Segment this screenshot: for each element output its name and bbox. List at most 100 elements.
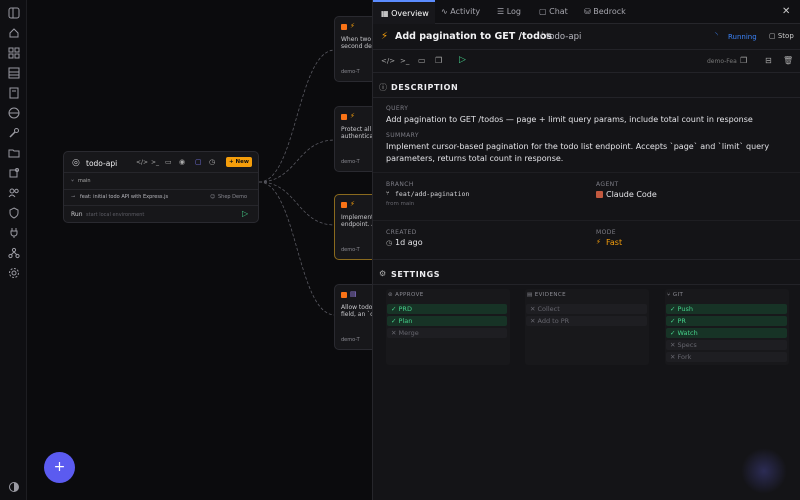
tab-label: Log: [506, 7, 522, 16]
left-rail: [0, 0, 27, 500]
doc-icon[interactable]: [7, 87, 20, 100]
git-pr-toggle[interactable]: ✓ PR: [666, 316, 787, 326]
feature-desc: Allow todo: [341, 304, 373, 311]
folder-icon[interactable]: [7, 147, 20, 160]
add-button[interactable]: +: [44, 452, 75, 483]
lightning-icon: ⚡: [350, 112, 355, 120]
created-label: CREATED: [386, 229, 417, 236]
approve-group: ⊚ APPROVE: [386, 289, 510, 365]
divider: [373, 97, 800, 98]
divider: [64, 189, 258, 190]
broadcast-icon[interactable]: ◉: [179, 158, 185, 166]
stop-button[interactable]: ▢ Stop: [769, 32, 794, 40]
close-icon[interactable]: ✕: [782, 0, 794, 24]
play-icon[interactable]: ▷: [242, 209, 248, 218]
status-badge: Running: [728, 33, 757, 41]
gear-icon[interactable]: [7, 267, 20, 280]
home-icon[interactable]: [7, 27, 20, 40]
evidence-group: ▤ EVIDENCE: [525, 289, 649, 365]
lightning-icon: ⚡: [596, 238, 601, 246]
archive-icon[interactable]: ⊟: [765, 56, 772, 65]
chat-icon[interactable]: ▢: [195, 158, 202, 166]
feature-tag: demo-T: [341, 159, 360, 165]
gear-icon: ⚙: [379, 269, 387, 278]
query-text: Add pagination to GET /todos — page + li…: [386, 115, 753, 124]
approve-merge-toggle[interactable]: ✕ Merge: [387, 328, 507, 338]
tab-label: Overview: [391, 9, 429, 18]
branch-icon: ⑂: [71, 178, 75, 184]
theme-icon[interactable]: [7, 481, 20, 494]
git-push-toggle[interactable]: ✓ Push: [666, 304, 787, 314]
database-icon: ⛁: [584, 7, 591, 16]
git-heading: ⑂ GIT: [667, 292, 684, 298]
code-icon[interactable]: </>: [136, 159, 148, 166]
tab-label: Activity: [450, 7, 481, 16]
tab-bar: ▦ Overview ∿ Activity ☰ Log ▢ Chat ⛁ Bed…: [373, 0, 800, 24]
branch-name: main: [78, 178, 91, 184]
panel-icon[interactable]: [7, 7, 20, 20]
git-specs-toggle[interactable]: ✕ Specs: [666, 340, 787, 350]
run-label: Run: [71, 211, 83, 218]
feature-status-icon: [341, 202, 347, 208]
code-icon[interactable]: </>: [381, 57, 395, 65]
git-watch-toggle[interactable]: ✓ Watch: [666, 328, 787, 338]
divider: [373, 259, 800, 260]
trash-icon[interactable]: 🗑: [783, 56, 793, 65]
table-icon[interactable]: [7, 67, 20, 80]
folder-icon[interactable]: ▭: [418, 56, 426, 65]
branch-icon: ⑂: [386, 190, 390, 197]
mode-value: Fast: [606, 238, 623, 247]
feature-status-icon: [341, 292, 347, 298]
play-icon[interactable]: ▷: [459, 55, 466, 65]
tab-activity[interactable]: ∿ Activity: [441, 0, 493, 24]
network-icon[interactable]: [7, 247, 20, 260]
lightning-icon: ⚡: [350, 22, 355, 30]
terminal-icon[interactable]: >_: [400, 57, 409, 65]
approve-prd-toggle[interactable]: ✓ PRD: [387, 304, 507, 314]
feature-desc: second del: [341, 43, 374, 50]
summary-text: Implement cursor-based pagination for th…: [386, 142, 770, 163]
evidence-collect-toggle[interactable]: ✕ Collect: [526, 304, 647, 314]
feature-repo: todo-api: [546, 32, 582, 42]
agent-label: AGENT: [596, 181, 619, 188]
repo-node[interactable]: ◎ todo-api </> >_ ▭ ◉ ▢ ◷ + New ⑂ main ⊸…: [63, 151, 259, 223]
feature-title: Add pagination to GET /todos: [395, 31, 553, 42]
new-feature-button[interactable]: + New: [226, 157, 252, 167]
divider: [373, 49, 800, 50]
shield-icon[interactable]: [7, 207, 20, 220]
globe-icon[interactable]: [7, 107, 20, 120]
info-icon: ⓘ: [379, 83, 387, 92]
mode-label: MODE: [596, 229, 616, 236]
copy-icon[interactable]: ❐: [435, 56, 442, 65]
approve-plan-toggle[interactable]: ✓ Plan: [387, 316, 507, 326]
divider: [64, 205, 258, 206]
commit-message: feat: initial todo API with Express.js: [80, 194, 169, 200]
commit-icon: ⊸: [71, 194, 76, 200]
puzzle-icon[interactable]: [7, 167, 20, 180]
copy-icon[interactable]: ❐: [740, 56, 747, 65]
tab-overview[interactable]: ▦ Overview: [373, 0, 435, 24]
history-icon[interactable]: ◷: [209, 158, 215, 166]
tab-bedrock[interactable]: ⛁ Bedrock: [584, 0, 640, 24]
tab-chat[interactable]: ▢ Chat: [539, 0, 579, 24]
terminal-icon[interactable]: >_: [151, 159, 159, 166]
overview-icon: ▦: [381, 9, 389, 18]
graph-edges: [258, 49, 336, 316]
tab-log[interactable]: ☰ Log: [497, 0, 533, 24]
stop-icon: ▢: [769, 32, 776, 40]
chat-icon: ▢: [539, 7, 547, 16]
users-icon[interactable]: [7, 187, 20, 200]
feature-tag: demo-T: [341, 69, 360, 75]
created-value: 1d ago: [395, 238, 423, 247]
divider: [373, 72, 800, 73]
repo-name: todo-api: [86, 159, 118, 168]
git-fork-toggle[interactable]: ✕ Fork: [666, 352, 787, 362]
folder-icon[interactable]: ▭: [165, 158, 172, 166]
claude-icon: [596, 191, 603, 198]
feature-desc: Protect all: [341, 126, 372, 133]
grid-icon[interactable]: [7, 47, 20, 60]
plug-icon[interactable]: [7, 227, 20, 240]
wrench-icon[interactable]: [7, 127, 20, 140]
evidence-addpr-toggle[interactable]: ✕ Add to PR: [526, 316, 647, 326]
user-icon: ☺: [210, 194, 216, 200]
